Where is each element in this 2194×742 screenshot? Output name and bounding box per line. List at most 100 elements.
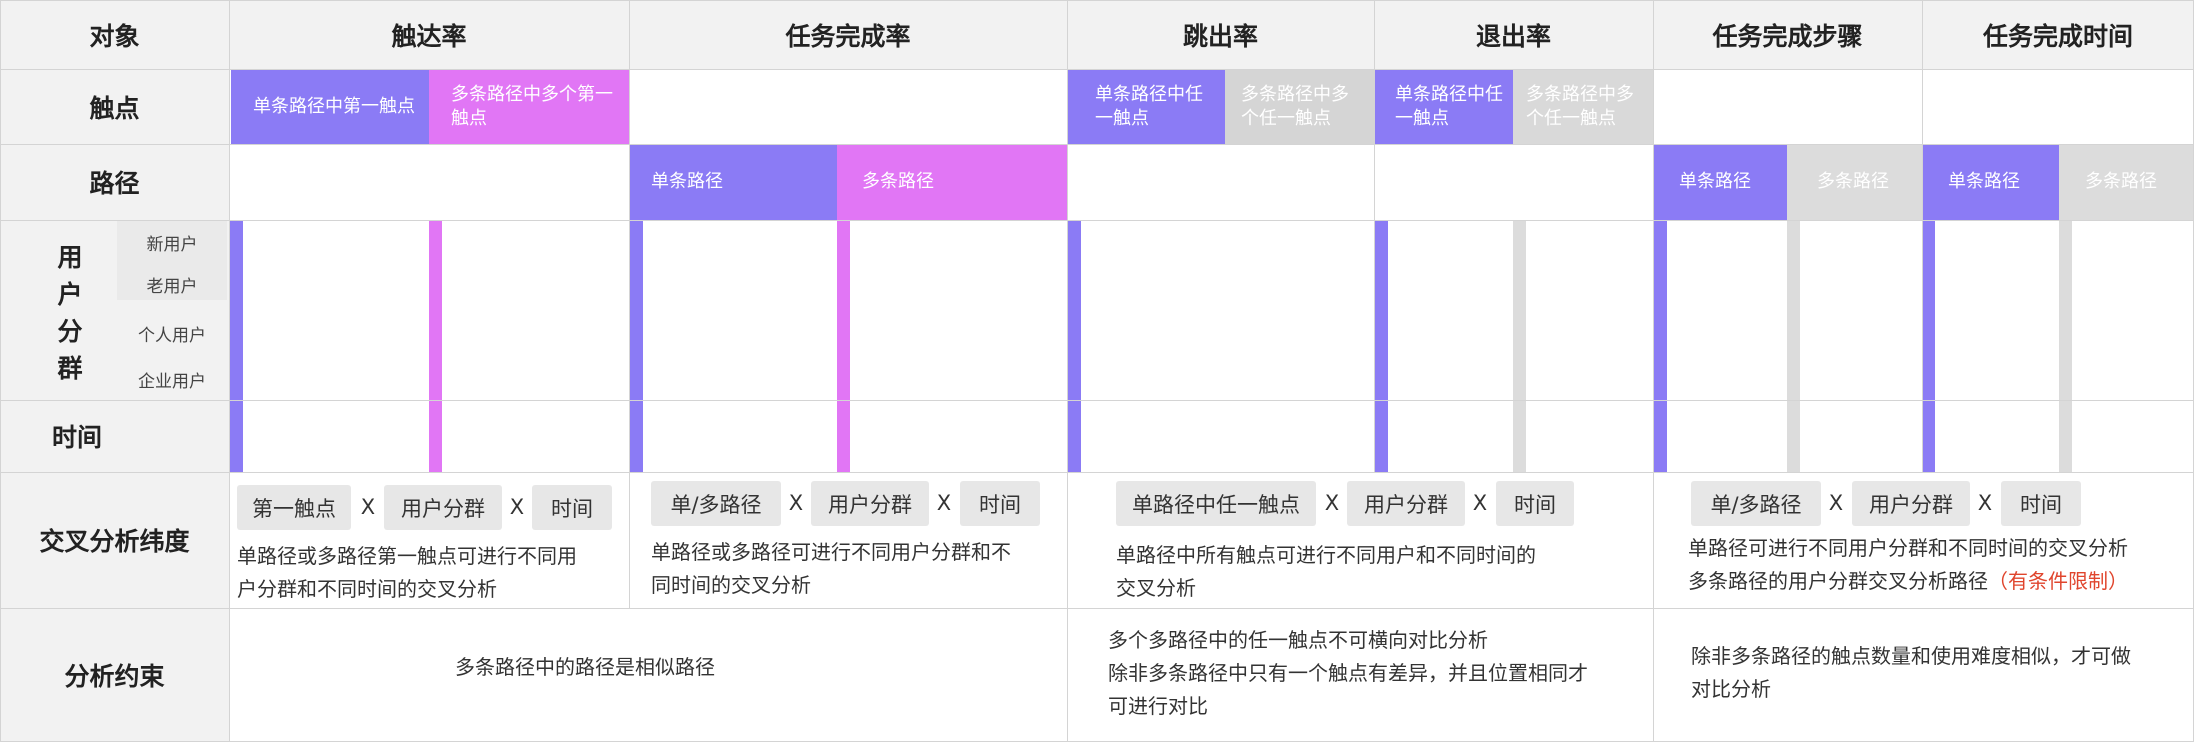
grid-line: [629, 0, 630, 608]
row-label-time: 时间: [0, 400, 229, 472]
cross-x-icon: X: [1324, 491, 1340, 515]
cross-desc-line: 单路径可进行不同用户分群和不同时间的交叉分析: [1688, 536, 2128, 560]
grid-line: [0, 472, 2194, 473]
grid-line: [0, 69, 2194, 70]
segment-char: 分: [57, 317, 83, 346]
grid-line: [1653, 0, 1654, 742]
cross-x-icon: X: [509, 495, 525, 519]
tag-user-segment: 用户分群: [1347, 481, 1465, 526]
constraint-line: 对比分析: [1691, 677, 1771, 701]
cross-desc-line: 单路径中所有触点可进行不同用户和不同时间的: [1116, 543, 1536, 567]
header-label: 任务完成率: [785, 21, 911, 51]
grid-line: [0, 0, 2194, 1]
cross-x-icon: X: [936, 491, 952, 515]
tag-single-multi-path: 单/多路径: [651, 481, 781, 526]
cross-desc-line: 同时间的交叉分析: [651, 573, 811, 597]
header-exit-rate: 退出率: [1374, 0, 1653, 69]
cross-x-icon: X: [1828, 491, 1844, 515]
grid-line: [229, 0, 230, 742]
bar-exit-multi: [1513, 220, 1526, 472]
grid-line: [0, 0, 1, 742]
cross-desc-line: 单路径或多路径第一触点可进行不同用: [237, 544, 577, 568]
tag-time: 时间: [2001, 481, 2081, 526]
grid-line: [0, 220, 2194, 221]
chip-steps-multi: 多条路径: [1787, 144, 1922, 220]
chip-label: 单条路径: [1679, 171, 1751, 192]
constraint-line: 除非多条路径中只有一个触点有差异，并且位置相同才: [1108, 661, 1588, 685]
segment-enterprise-user: 企业用户: [138, 372, 206, 392]
header-label: 触达率: [391, 21, 467, 51]
bar-steps-multi: [1787, 220, 1800, 472]
bar-duration-multi: [2059, 220, 2072, 472]
chip-reach-single: 单条路径中第一触点: [231, 70, 429, 144]
chip-label: 单条路径中任一触点: [1095, 84, 1203, 129]
tag-time: 时间: [960, 481, 1040, 526]
cross-desc-line: 交叉分析: [1116, 576, 1196, 600]
cross-desc-line: 单路径或多路径可进行不同用户分群和不: [651, 540, 1011, 564]
chip-label: 多条路径: [1817, 171, 1889, 192]
row-label-constraint: 分析约束: [0, 608, 229, 742]
cross-desc-line-conditional: 多条路径的用户分群交叉分析路径（有条件限制）: [1688, 565, 2128, 598]
chip-label: 单条路径中第一触点: [253, 96, 415, 117]
constraint-similar-paths: 多条路径中的路径是相似路径: [455, 655, 715, 679]
segment-char: 户: [57, 280, 83, 309]
bar-task-multi: [837, 220, 850, 472]
header-task-time: 任务完成时间: [1922, 0, 2194, 69]
tag-user-segment: 用户分群: [1852, 481, 1970, 526]
tag-first-touchpoint: 第一触点: [237, 485, 351, 530]
row-label: 路径: [89, 169, 140, 198]
header-label: 任务完成步骤: [1712, 21, 1863, 51]
row-label-path: 路径: [0, 144, 229, 220]
header-task-steps: 任务完成步骤: [1653, 0, 1922, 69]
chip-label: 多条路径中多个任一触点: [1526, 84, 1634, 129]
chip-bounce-multi: 多条路径中多个任一触点: [1225, 70, 1374, 144]
segment-char: 用: [57, 243, 83, 272]
chip-duration-single: 单条路径: [1922, 144, 2059, 220]
constraint-line: 除非多条路径的触点数量和使用难度相似，才可做: [1691, 644, 2131, 668]
chip-bounce-single: 单条路径中任一触点: [1068, 70, 1225, 144]
segment-char: 群: [57, 354, 83, 383]
chip-label: 单条路径: [1948, 171, 2020, 192]
header-task-completion-rate: 任务完成率: [629, 0, 1067, 69]
row-label: 分析约束: [64, 662, 165, 691]
cross-x-icon: X: [1977, 491, 1993, 515]
grid-line: [0, 144, 2194, 145]
chip-exit-multi: 多条路径中多个任一触点: [1513, 70, 1653, 144]
bar-task-single: [630, 220, 643, 472]
grid-line: [1922, 0, 1923, 472]
chip-reach-multi: 多条路径中多个第一触点: [429, 70, 629, 144]
bar-reach-multi: [429, 220, 442, 472]
chip-label: 单条路径: [651, 171, 723, 192]
tag-user-segment: 用户分群: [811, 481, 929, 526]
tag-single-multi-path: 单/多路径: [1691, 481, 1821, 526]
chip-steps-single: 单条路径: [1653, 144, 1787, 220]
header-label: 退出率: [1475, 21, 1551, 51]
tag-time: 时间: [532, 485, 612, 530]
tag-single-path-any-touchpoint: 单路径中任一触点: [1116, 481, 1316, 526]
segment-old-user: 老用户: [146, 277, 198, 297]
header-reach-rate: 触达率: [229, 0, 629, 69]
grid-line: [1067, 0, 1068, 742]
row-label: 交叉分析纬度: [39, 527, 190, 556]
chip-label: 多条路径中多个第一触点: [451, 84, 613, 129]
header-label: 跳出率: [1182, 21, 1258, 51]
cross-desc-text: 多条路径的用户分群交叉分析路径: [1688, 569, 1988, 593]
row-label: 时间: [52, 423, 103, 452]
bar-reach-single: [230, 220, 243, 472]
grid-line: [1374, 0, 1375, 472]
header-object: 对象: [0, 0, 229, 69]
bar-bounce-single: [1068, 220, 1081, 472]
row-label: 触点: [89, 93, 140, 123]
tag-user-segment: 用户分群: [384, 485, 502, 530]
chip-task-multi: 多条路径: [837, 144, 1067, 220]
segment-new-user: 新用户: [146, 235, 198, 255]
bar-duration-single: [1922, 220, 1935, 472]
chip-duration-multi: 多条路径: [2059, 144, 2194, 220]
chip-label: 单条路径中任一触点: [1395, 84, 1503, 129]
chip-label: 多条路径: [862, 171, 934, 192]
cross-x-icon: X: [360, 495, 376, 519]
header-object-label: 对象: [89, 21, 140, 51]
cross-x-icon: X: [1472, 491, 1488, 515]
chip-task-single: 单条路径: [629, 144, 837, 220]
tag-time: 时间: [1496, 481, 1574, 526]
